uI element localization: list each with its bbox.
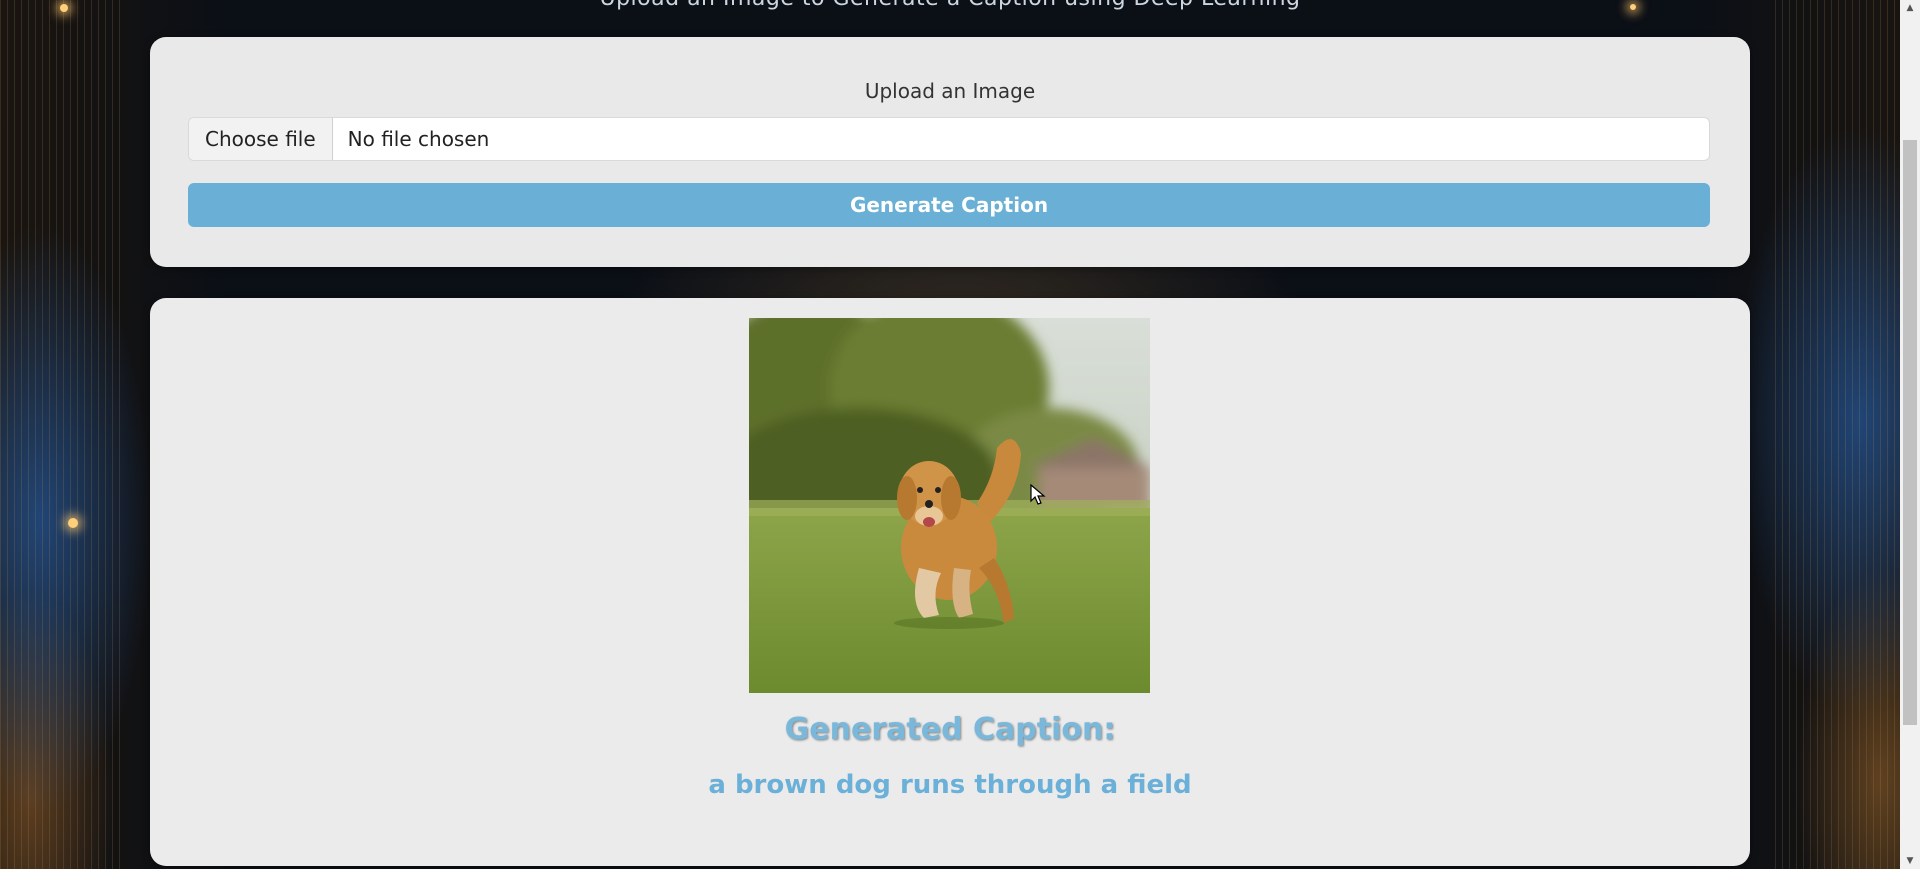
choose-file-button[interactable]: Choose file xyxy=(189,118,333,160)
result-card: Generated Caption: a brown dog runs thro… xyxy=(150,298,1750,866)
caption-heading: Generated Caption: xyxy=(784,712,1116,747)
upload-label: Upload an Image xyxy=(864,79,1036,103)
scrollbar-thumb[interactable] xyxy=(1903,140,1917,725)
background-light-dot xyxy=(68,518,78,528)
file-input[interactable]: Choose file No file chosen xyxy=(188,117,1710,161)
generated-caption-text: a brown dog runs through a field xyxy=(708,770,1192,800)
file-status-text: No file chosen xyxy=(347,127,490,151)
page-scrollbar[interactable]: ▲ ▼ xyxy=(1900,0,1920,869)
upload-card: Upload an Image Choose file No file chos… xyxy=(150,37,1750,267)
background-pattern-right xyxy=(1775,0,1900,869)
scroll-up-icon[interactable]: ▲ xyxy=(1900,0,1920,16)
mouse-cursor-icon xyxy=(1030,484,1046,505)
background-pattern-left xyxy=(0,0,125,869)
uploaded-dog-image xyxy=(749,318,1150,693)
scroll-down-icon[interactable]: ▼ xyxy=(1900,853,1920,869)
page-header-text: Upload an Image to Generate a Caption us… xyxy=(0,0,1900,11)
generate-caption-button[interactable]: Generate Caption xyxy=(188,183,1710,227)
